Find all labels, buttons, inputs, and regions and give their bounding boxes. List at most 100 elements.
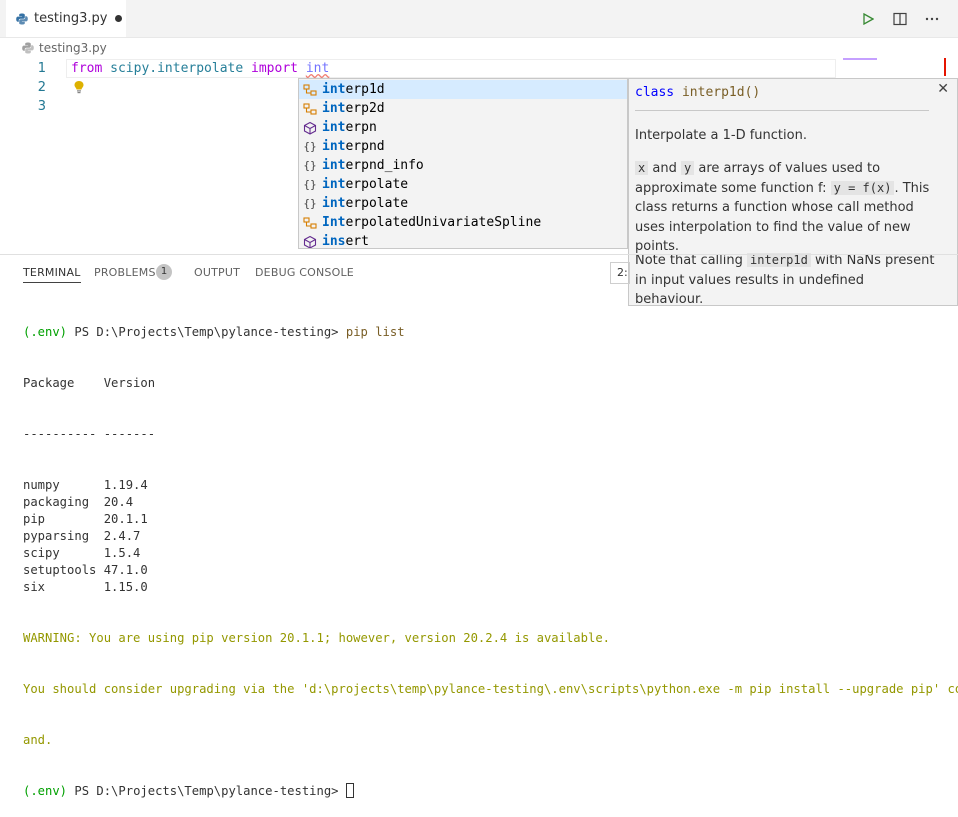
suggestion-match: Int [322,215,346,230]
suggestion-item[interactable]: {} interpolate [299,194,627,213]
overview-ruler-error [944,58,958,76]
suggestion-match: int [322,177,346,192]
editor-tab[interactable]: testing3.py [6,0,126,37]
terminal-warning: and. [23,733,53,747]
suggestion-match: int [322,196,346,211]
prompt-command: pip list [345,325,405,339]
terminal-line: Package Version [23,376,156,390]
suggestion-label: interp2d [322,101,385,116]
terminal-output[interactable]: (.env) PS D:\Projects\Temp\pylance-testi… [23,290,958,817]
details-paragraph: x and y are arrays of values used to app… [635,159,935,257]
terminal-warning: WARNING: You are using pip version 20.1.… [23,631,610,645]
suggestion-item[interactable]: InterpolatedUnivariateSpline [299,213,627,232]
suggestion-rest: ert [345,234,369,249]
suggestion-item[interactable]: interp1d [299,80,627,99]
signature-name: interp1d() [681,85,761,100]
terminal-line: (.env) PS D:\Projects\Temp\pylance-testi… [23,783,953,800]
suggestion-item[interactable]: {} interpnd_info [299,156,627,175]
class-icon [302,101,318,117]
suggestion-list[interactable]: interp1d interp2d interpn{} interpnd{} inter… [298,78,628,249]
tab-debug-console[interactable]: DEBUG CONSOLE [255,266,354,279]
module-name: scipy.interpolate [110,61,244,76]
suggestion-match: int [322,101,346,116]
tab-problems[interactable]: PROBLEMS [94,266,156,279]
inline-code: y [680,161,695,175]
class-icon [302,215,318,231]
details-text: and [652,161,677,176]
code-line[interactable]: 1 from scipy.interpolate import int [0,59,958,78]
line-number: 1 [37,61,46,76]
split-editor-icon[interactable] [890,9,910,29]
panel-tabs: TERMINAL PROBLEMS 1 OUTPUT DEBUG CONSOLE [0,262,958,286]
package-line: pip 20.1.1 [23,512,148,526]
signature-keyword: class [635,85,675,100]
line-number: 2 [37,80,46,95]
divider [635,110,929,111]
package-line: scipy 1.5.4 [23,546,141,560]
suggestion-label: interpolate [322,196,408,211]
suggestion-rest: erp1d [345,82,385,97]
tab-terminal[interactable]: TERMINAL [23,266,81,283]
line-number: 3 [37,99,46,114]
suggestion-label: InterpolatedUnivariateSpline [322,215,541,230]
prompt-path: PS D:\Projects\Temp\pylance-testing> [67,325,346,339]
function-icon [302,234,318,248]
module-icon: {} [303,197,317,210]
terminal-select[interactable]: 2: [610,262,630,284]
minimap-marker [843,58,877,60]
module-icon: {} [303,178,317,191]
run-icon[interactable] [858,9,878,29]
typed-text: int [305,61,330,76]
suggestion-label: interpnd_info [322,158,424,173]
code-text[interactable]: from scipy.interpolate import int [71,59,329,78]
suggestion-label: interpolate [322,177,408,192]
suggestion-label: interp1d [322,82,385,97]
breadcrumb[interactable]: testing3.py [22,40,107,56]
module-icon: {} [303,159,317,172]
keyword-from: from [71,61,103,76]
prompt-path: PS D:\Projects\Temp\pylance-testing> [67,784,346,798]
suggestion-match: int [322,120,346,135]
suggestion-label: interpnd [322,139,385,154]
suggestion-rest: erpolatedUnivariateSpline [345,215,542,230]
unsaved-dot-icon[interactable] [115,15,123,22]
function-icon [302,120,318,136]
suggestion-rest: erpolate [345,196,409,211]
suggestion-rest: erpolate [345,177,409,192]
inline-code: y = f(x) [830,180,895,195]
breadcrumb-file[interactable]: testing3.py [39,41,107,55]
module-icon: {} [303,140,317,153]
suggestion-rest: erp2d [345,101,385,116]
keyword-import: import [251,61,298,76]
python-file-icon [22,42,34,54]
class-icon [302,82,318,98]
inline-code: x [635,161,649,175]
suggestion-match: int [322,158,346,173]
prompt-env: (.env) [23,325,68,339]
package-line: numpy 1.19.4 [23,478,148,492]
suggestion-item[interactable]: interpn [299,118,627,137]
details-summary: Interpolate a 1-D function. [635,128,807,143]
suggestion-match: int [322,139,346,154]
panel-border [0,254,958,255]
package-line: packaging 20.4 [23,495,134,509]
tab-output[interactable]: OUTPUT [194,266,240,279]
problems-count-badge: 1 [156,264,172,280]
terminal-warning: You should consider upgrading via the 'd… [23,682,958,696]
more-actions-icon[interactable] [922,9,942,29]
python-file-icon [16,13,28,24]
suggestion-rest: erpnd_info [345,158,424,173]
suggestion-item[interactable]: insert [299,232,627,249]
terminal-cursor [345,783,354,798]
suggestion-label: insert [322,234,369,249]
lightbulb-icon[interactable] [73,80,85,94]
terminal-line: ---------- ------- [23,427,156,441]
terminal-line: (.env) PS D:\Projects\Temp\pylance-testi… [23,324,953,341]
close-icon[interactable]: ✕ [937,81,949,97]
suggestion-item[interactable]: interp2d [299,99,627,118]
details-signature: class interp1d() [635,85,760,100]
package-line: pyparsing 2.4.7 [23,529,141,543]
suggestion-item[interactable]: {} interpolate [299,175,627,194]
suggestion-item[interactable]: {} interpnd [299,137,627,156]
suggestion-match: ins [322,234,346,249]
